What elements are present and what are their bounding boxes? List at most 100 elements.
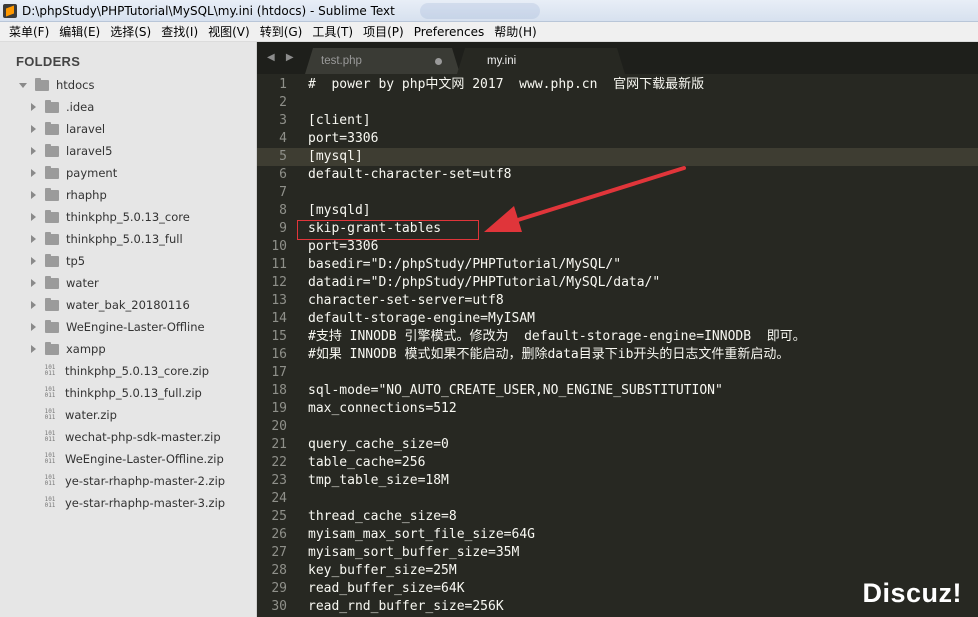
code-line[interactable]: 1 # power by php中文网 2017 www.php.cn 官网下载最… bbox=[257, 76, 978, 94]
collapse-arrow-icon[interactable] bbox=[31, 279, 36, 287]
expand-arrow-icon[interactable] bbox=[19, 82, 27, 88]
background-overlay bbox=[420, 3, 540, 19]
sidebar-folder[interactable]: rhaphp bbox=[31, 184, 107, 206]
code-line[interactable]: 3 [client] bbox=[257, 112, 978, 130]
sublime-app-icon bbox=[3, 3, 17, 18]
tab-label: my.ini bbox=[487, 55, 517, 67]
code-line[interactable]: 13 character-set-server=utf8 bbox=[257, 292, 978, 310]
binary-file-icon: 101 011 bbox=[44, 408, 56, 421]
sidebar-folder[interactable]: tp5 bbox=[31, 250, 85, 272]
code-line[interactable]: 17 bbox=[257, 364, 978, 382]
code-text: [mysql] bbox=[308, 149, 363, 164]
menu-item[interactable]: 帮助(H) bbox=[489, 22, 541, 42]
code-line[interactable]: 8 [mysqld] bbox=[257, 202, 978, 220]
sidebar-folder[interactable]: thinkphp_5.0.13_core bbox=[31, 206, 190, 228]
binary-file-icon: 101 011 bbox=[44, 452, 56, 465]
code-line[interactable]: 7 bbox=[257, 184, 978, 202]
code-line[interactable]: 23 tmp_table_size=18M bbox=[257, 472, 978, 490]
menu-item[interactable]: 工具(T) bbox=[307, 22, 358, 42]
code-line[interactable]: 12 datadir="D:/phpStudy/PHPTutorial/MySQL… bbox=[257, 274, 978, 292]
sidebar-file[interactable]: 101 011 thinkphp_5.0.13_core.zip bbox=[43, 360, 209, 382]
menu-item[interactable]: 视图(V) bbox=[203, 22, 255, 42]
menu-item[interactable]: 查找(I) bbox=[156, 22, 203, 42]
code-line[interactable]: 21 query_cache_size=0 bbox=[257, 436, 978, 454]
menu-item[interactable]: 项目(P) bbox=[358, 22, 409, 42]
line-number: 16 bbox=[271, 347, 287, 362]
line-number: 8 bbox=[279, 203, 287, 218]
binary-file-icon: 101 011 bbox=[44, 430, 56, 443]
code-line[interactable]: 16 #如果 INNODB 模式如果不能启动，删除data目录下ib开头的日志文件… bbox=[257, 346, 978, 364]
sidebar: FOLDERS htdocs .idea laravel laravel5 paymen… bbox=[0, 42, 257, 617]
code-line[interactable]: 2 bbox=[257, 94, 978, 112]
line-number: 9 bbox=[279, 221, 287, 236]
tree-item-label: thinkphp_5.0.13_full.zip bbox=[65, 386, 202, 400]
sidebar-folder[interactable]: water_bak_20180116 bbox=[31, 294, 190, 316]
code-line[interactable]: 6 default-character-set=utf8 bbox=[257, 166, 978, 184]
code-line[interactable]: 20 bbox=[257, 418, 978, 436]
collapse-arrow-icon[interactable] bbox=[31, 257, 36, 265]
code-line[interactable]: 10 port=3306 bbox=[257, 238, 978, 256]
sidebar-folder[interactable]: .idea bbox=[31, 96, 94, 118]
code-line[interactable]: 26 myisam_max_sort_file_size=64G bbox=[257, 526, 978, 544]
tab-nav-arrows[interactable]: ◀ ▶ bbox=[267, 52, 298, 63]
line-number: 30 bbox=[271, 599, 287, 614]
binary-file-icon: 101 011 bbox=[44, 474, 56, 487]
sidebar-file[interactable]: 101 011 ye-star-rhaphp-master-2.zip bbox=[43, 470, 226, 492]
code-text: datadir="D:/phpStudy/PHPTutorial/MySQL/d… bbox=[308, 275, 661, 290]
sidebar-file[interactable]: 101 011 thinkphp_5.0.13_full.zip bbox=[43, 382, 202, 404]
code-editor[interactable]: 1 # power by php中文网 2017 www.php.cn 官网下载最… bbox=[257, 74, 978, 617]
menu-item[interactable]: 编辑(E) bbox=[54, 22, 105, 42]
collapse-arrow-icon[interactable] bbox=[31, 103, 36, 111]
sidebar-folder[interactable]: xampp bbox=[31, 338, 106, 360]
folder-icon bbox=[45, 187, 59, 201]
tab-my-ini[interactable]: my.ini bbox=[457, 48, 625, 74]
sidebar-folder[interactable]: laravel5 bbox=[31, 140, 112, 162]
code-line[interactable]: 14 default-storage-engine=MyISAM bbox=[257, 310, 978, 328]
collapse-arrow-icon[interactable] bbox=[31, 147, 36, 155]
collapse-arrow-icon[interactable] bbox=[31, 125, 36, 133]
collapse-arrow-icon[interactable] bbox=[31, 235, 36, 243]
collapse-arrow-icon[interactable] bbox=[31, 169, 36, 177]
code-line[interactable]: 4 port=3306 bbox=[257, 130, 978, 148]
code-line[interactable]: 15 #支持 INNODB 引擎模式。修改为 default-storage-en… bbox=[257, 328, 978, 346]
code-line[interactable]: 11 basedir="D:/phpStudy/PHPTutorial/MySQL… bbox=[257, 256, 978, 274]
code-line[interactable]: 22 table_cache=256 bbox=[257, 454, 978, 472]
tab-test-php[interactable]: test.php bbox=[305, 48, 460, 74]
menu-item[interactable]: Preferences bbox=[409, 22, 490, 42]
menu-item[interactable]: 选择(S) bbox=[105, 22, 156, 42]
code-line[interactable]: 18 sql-mode="NO_AUTO_CREATE_USER,NO_ENGIN… bbox=[257, 382, 978, 400]
sidebar-folder[interactable]: WeEngine-Laster-Offline bbox=[31, 316, 205, 338]
tree-item-label: water_bak_20180116 bbox=[66, 298, 190, 312]
code-text: sql-mode="NO_AUTO_CREATE_USER,NO_ENGINE_… bbox=[308, 383, 723, 398]
folder-icon bbox=[35, 77, 49, 91]
tree-item-label: water bbox=[66, 276, 99, 290]
line-number: 18 bbox=[271, 383, 287, 398]
collapse-arrow-icon[interactable] bbox=[31, 323, 36, 331]
sidebar-folder[interactable]: payment bbox=[31, 162, 117, 184]
folder-icon bbox=[45, 143, 59, 157]
sidebar-folder[interactable]: laravel bbox=[31, 118, 105, 140]
sidebar-folder[interactable]: thinkphp_5.0.13_full bbox=[31, 228, 183, 250]
collapse-arrow-icon[interactable] bbox=[31, 191, 36, 199]
collapse-arrow-icon[interactable] bbox=[31, 213, 36, 221]
sidebar-file[interactable]: 101 011 wechat-php-sdk-master.zip bbox=[43, 426, 221, 448]
code-line[interactable]: 27 myisam_sort_buffer_size=35M bbox=[257, 544, 978, 562]
code-line[interactable]: 25 thread_cache_size=8 bbox=[257, 508, 978, 526]
code-line[interactable]: 5 [mysql] bbox=[257, 148, 978, 166]
code-text: thread_cache_size=8 bbox=[308, 509, 457, 524]
sidebar-folder[interactable]: water bbox=[31, 272, 99, 294]
sidebar-file[interactable]: 101 011 ye-star-rhaphp-master-3.zip bbox=[43, 492, 226, 514]
line-number: 13 bbox=[271, 293, 287, 308]
collapse-arrow-icon[interactable] bbox=[31, 301, 36, 309]
collapse-arrow-icon[interactable] bbox=[31, 345, 36, 353]
code-line[interactable]: 24 bbox=[257, 490, 978, 508]
sidebar-folder[interactable]: htdocs bbox=[19, 74, 94, 96]
tree-item-label: wechat-php-sdk-master.zip bbox=[65, 430, 221, 444]
sidebar-file[interactable]: 101 011 WeEngine-Laster-Offline.zip bbox=[43, 448, 224, 470]
menu-item[interactable]: 菜单(F) bbox=[4, 22, 54, 42]
sidebar-file[interactable]: 101 011 water.zip bbox=[43, 404, 117, 426]
unsaved-dot-icon[interactable] bbox=[435, 58, 442, 65]
code-line[interactable]: 19 max_connections=512 bbox=[257, 400, 978, 418]
menu-bar: 菜单(F) 编辑(E) 选择(S) 查找(I) 视图(V) 转到(G) 工具(T) 项目(P)… bbox=[0, 22, 978, 42]
menu-item[interactable]: 转到(G) bbox=[255, 22, 308, 42]
